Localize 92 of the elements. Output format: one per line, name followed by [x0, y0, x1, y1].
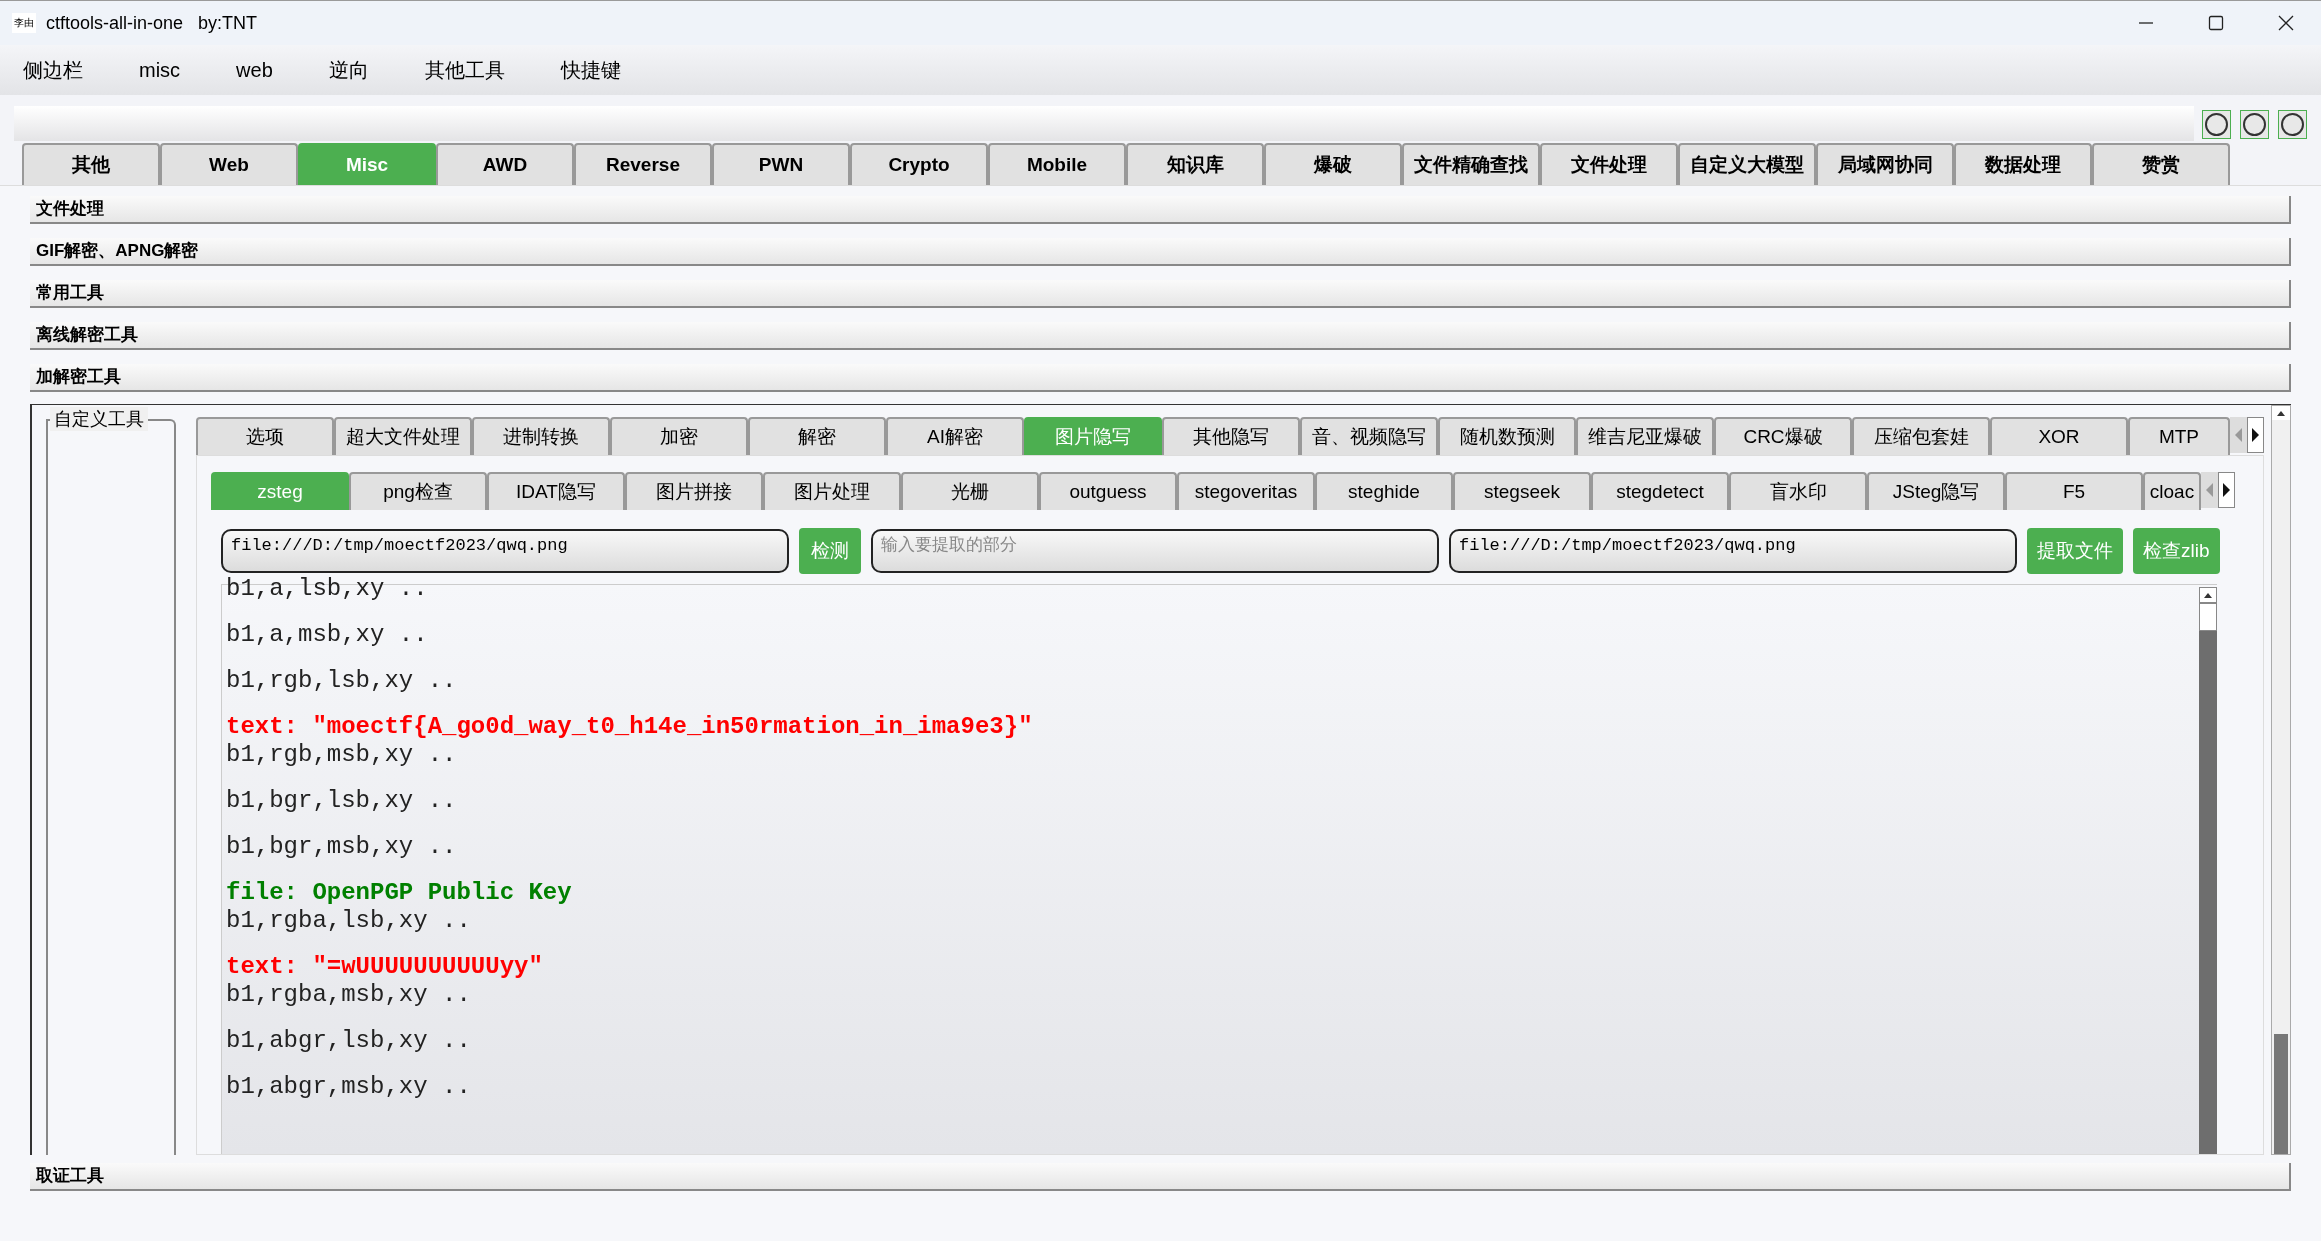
main-tab[interactable]: 爆破: [1264, 143, 1402, 185]
menu-item[interactable]: 逆向: [315, 55, 382, 85]
stego-tab[interactable]: stegoveritas: [1177, 472, 1315, 510]
main-tab[interactable]: Mobile: [988, 143, 1126, 185]
scrollbar[interactable]: [2271, 405, 2291, 1155]
output-line: b1,abgr,lsb,xy ..: [226, 1027, 472, 1055]
tool-tab[interactable]: 超大文件处理: [334, 417, 472, 455]
output-line: b1,a,lsb,xy ..: [226, 575, 429, 603]
output-line: text: "moectf{A_go0d_way_t0_h14e_in50rmation_in_ima9e3}": [226, 713, 1034, 741]
main-tab[interactable]: Crypto: [850, 143, 988, 185]
section-header[interactable]: 加解密工具: [30, 364, 2291, 392]
maximize-icon: [2208, 15, 2224, 31]
menu-item[interactable]: 侧边栏: [10, 55, 96, 85]
stego-tab[interactable]: 盲水印: [1729, 472, 1867, 510]
output-line: b1,abgr,msb,xy ..: [226, 1073, 472, 1101]
main-tab[interactable]: 其他: [22, 143, 160, 185]
tool-tab[interactable]: AI解密: [886, 417, 1024, 455]
tool-tab[interactable]: CRC爆破: [1714, 417, 1852, 455]
main-tab[interactable]: 自定义大模型: [1678, 143, 1816, 185]
stego-tab[interactable]: png检查: [349, 472, 487, 510]
section-header[interactable]: GIF解密、APNG解密: [30, 238, 2291, 266]
output-line: b1,rgb,msb,xy ..: [226, 741, 458, 769]
stego-tab[interactable]: F5: [2005, 472, 2143, 510]
stego-tab[interactable]: stegdetect: [1591, 472, 1729, 510]
up-triangle-icon: [2277, 410, 2285, 416]
stego-tab[interactable]: outguess: [1039, 472, 1177, 510]
scrollbar[interactable]: [2199, 587, 2217, 1154]
menu-item[interactable]: misc: [126, 55, 194, 85]
tool-tab[interactable]: MTP: [2128, 417, 2230, 455]
scrollbar-thumb[interactable]: [2199, 603, 2217, 631]
output-line: file: OpenPGP Public Key: [226, 879, 573, 907]
main-tab[interactable]: 赞赏: [2092, 143, 2230, 185]
tool-tab[interactable]: XOR: [1990, 417, 2128, 455]
menu-item[interactable]: 其他工具: [411, 55, 518, 85]
tool-tab[interactable]: 维吉尼亚爆破: [1576, 417, 1714, 455]
section-header[interactable]: 离线解密工具: [30, 322, 2291, 350]
scroll-right-button[interactable]: [2218, 472, 2235, 508]
output-line: b1,bgr,lsb,xy ..: [226, 787, 458, 815]
stego-tab[interactable]: JSteg隐写: [1867, 472, 2005, 510]
section-header[interactable]: 常用工具: [30, 280, 2291, 308]
tool-tab[interactable]: 选项: [196, 417, 334, 455]
extract-part-field[interactable]: 输入要提取的部分: [871, 529, 1439, 573]
tool-tab[interactable]: 解密: [748, 417, 886, 455]
right-triangle-icon: [2251, 427, 2260, 443]
stego-tab[interactable]: 光栅: [901, 472, 1039, 510]
circle-button[interactable]: [2240, 110, 2269, 139]
output-line: b1,rgb,lsb,xy ..: [226, 667, 458, 695]
close-icon: [2278, 15, 2294, 31]
menu-item[interactable]: 快捷键: [547, 55, 634, 85]
circle-button[interactable]: [2278, 110, 2307, 139]
tool-tab[interactable]: 其他隐写: [1162, 417, 1300, 455]
main-tab[interactable]: 知识库: [1126, 143, 1264, 185]
right-triangle-icon: [2222, 482, 2231, 498]
stego-tab[interactable]: 图片拼接: [625, 472, 763, 510]
main-tab[interactable]: AWD: [436, 143, 574, 185]
minimize-icon: [2138, 22, 2154, 24]
main-tab[interactable]: 局域网协同: [1816, 143, 1954, 185]
menu-item[interactable]: web: [223, 55, 286, 85]
main-tab[interactable]: 数据处理: [1954, 143, 2092, 185]
left-triangle-icon: [2234, 427, 2243, 443]
output-line: b1,rgba,msb,xy ..: [226, 981, 472, 1009]
circle-button[interactable]: [2202, 110, 2231, 139]
output-line: b1,bgr,msb,xy ..: [226, 833, 458, 861]
output-path-field[interactable]: file:///D:/tmp/moectf2023/qwq.png: [1449, 529, 2017, 573]
window-title: ctftools-all-in-one by:TNT: [46, 11, 258, 35]
group-title: 自定义工具: [50, 407, 148, 431]
stego-tab[interactable]: stegseek: [1453, 472, 1591, 510]
tool-tab[interactable]: 压缩包套娃: [1852, 417, 1990, 455]
section-header[interactable]: 取证工具: [30, 1163, 2291, 1191]
tool-tab[interactable]: 音、视频隐写: [1300, 417, 1438, 455]
scroll-right-button[interactable]: [2247, 417, 2264, 453]
output-line: text: "=wUUUUUUUUUUyy": [226, 953, 544, 981]
scrollbar-thumb[interactable]: [2274, 1034, 2288, 1154]
app-icon: 李由: [12, 13, 36, 33]
output-line: b1,a,msb,xy ..: [226, 621, 429, 649]
section-header[interactable]: 文件处理: [30, 196, 2291, 224]
tool-tab[interactable]: 进制转换: [472, 417, 610, 455]
up-triangle-icon: [2204, 592, 2212, 598]
main-tab[interactable]: PWN: [712, 143, 850, 185]
stego-tab[interactable]: cloac: [2143, 472, 2201, 510]
main-tab[interactable]: 文件精确查找: [1402, 143, 1540, 185]
tool-tab[interactable]: 加密: [610, 417, 748, 455]
main-tab[interactable]: Reverse: [574, 143, 712, 185]
main-tab[interactable]: Web: [160, 143, 298, 185]
output-line: b1,rgba,lsb,xy ..: [226, 907, 472, 935]
main-tab[interactable]: 文件处理: [1540, 143, 1678, 185]
file-path-field[interactable]: file:///D:/tmp/moectf2023/qwq.png: [221, 529, 789, 573]
left-triangle-icon: [2205, 482, 2214, 498]
stego-tab[interactable]: 图片处理: [763, 472, 901, 510]
tool-tab[interactable]: 随机数预测: [1438, 417, 1576, 455]
stego-tab[interactable]: IDAT隐写: [487, 472, 625, 510]
stego-tab[interactable]: steghide: [1315, 472, 1453, 510]
